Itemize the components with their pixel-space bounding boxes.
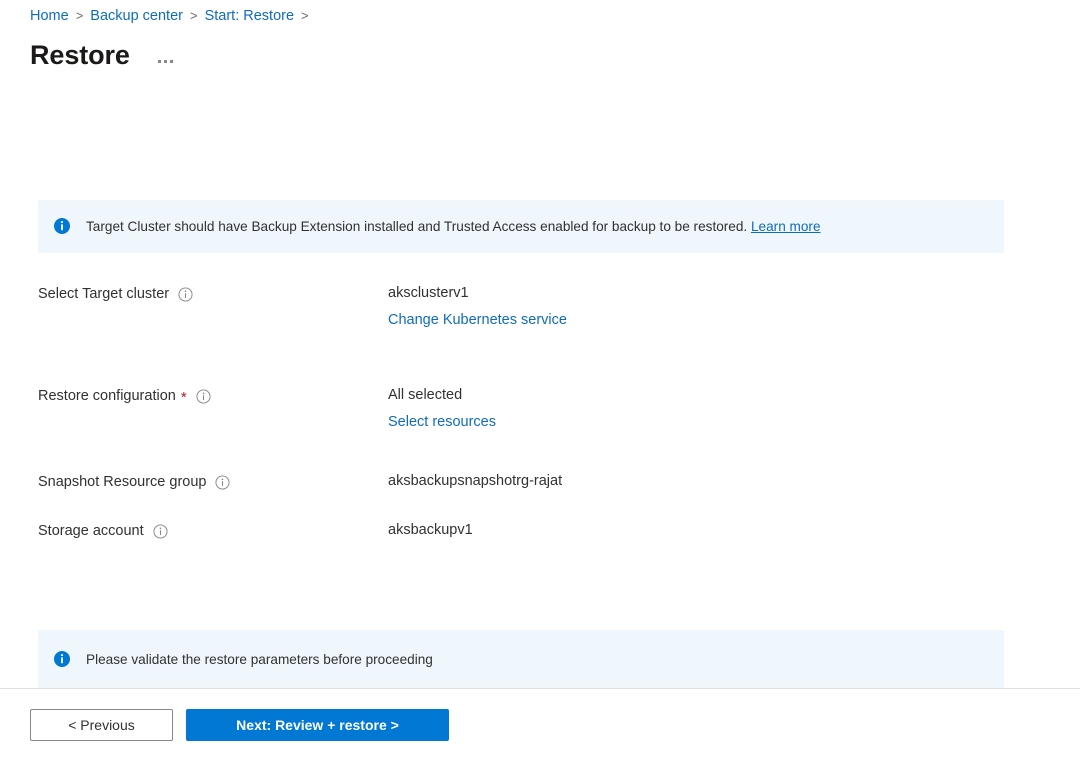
title-row: Restore (30, 38, 173, 72)
field-label: Snapshot Resource group (38, 471, 388, 492)
field-label: Select Target cluster (38, 283, 388, 304)
field-select-target-cluster: Select Target cluster aksclusterv1 Chang… (38, 283, 1004, 331)
more-options-button[interactable] (158, 41, 173, 69)
info-circle-icon[interactable] (215, 475, 230, 490)
breadcrumb: Home > Backup center > Start: Restore > (30, 4, 316, 28)
ellipsis-dot (164, 60, 167, 63)
ellipsis-dot (158, 60, 161, 63)
breadcrumb-separator: > (76, 4, 84, 28)
banner-message: Target Cluster should have Backup Extens… (86, 219, 747, 234)
breadcrumb-separator: > (190, 4, 198, 28)
page-title: Restore (30, 38, 130, 72)
breadcrumb-separator-trailing: > (301, 4, 309, 28)
field-label: Restore configuration * (38, 385, 388, 406)
breadcrumb-item-start-restore[interactable]: Start: Restore (205, 4, 294, 28)
field-value: aksclusterv1 Change Kubernetes service (388, 283, 1004, 331)
spacer (38, 433, 1004, 471)
breadcrumb-item-backup-center[interactable]: Backup center (90, 4, 183, 28)
field-label-text: Storage account (38, 521, 144, 541)
restore-configuration-value: All selected (388, 385, 1004, 406)
target-cluster-value: aksclusterv1 (388, 283, 1004, 304)
target-cluster-info-banner: Target Cluster should have Backup Extens… (38, 200, 1004, 253)
change-kubernetes-service-link[interactable]: Change Kubernetes service (388, 310, 567, 331)
info-circle-icon[interactable] (153, 524, 168, 539)
footer-buttons: < Previous Next: Review + restore > (30, 709, 449, 741)
field-value: aksbackupv1 (388, 520, 1004, 547)
banner-text: Target Cluster should have Backup Extens… (86, 216, 821, 237)
required-indicator: * (181, 390, 187, 405)
field-label-text: Snapshot Resource group (38, 472, 206, 492)
info-icon (54, 218, 70, 234)
field-storage-account: Storage account aksbackupv1 (38, 520, 1004, 547)
previous-button[interactable]: < Previous (30, 709, 173, 741)
restore-page: Home > Backup center > Start: Restore > … (0, 0, 1080, 770)
learn-more-link[interactable]: Learn more (751, 219, 821, 234)
field-label: Storage account (38, 520, 388, 541)
field-restore-configuration: Restore configuration * All selected Sel… (38, 385, 1004, 433)
next-review-restore-button[interactable]: Next: Review + restore > (186, 709, 449, 741)
breadcrumb-item-home[interactable]: Home (30, 4, 69, 28)
ellipsis-dot (170, 60, 173, 63)
info-circle-icon[interactable] (196, 389, 211, 404)
wizard-footer: < Previous Next: Review + restore > (0, 688, 1080, 770)
field-label-text: Restore configuration (38, 386, 176, 406)
restore-form: Select Target cluster aksclusterv1 Chang… (38, 283, 1004, 547)
field-value: aksbackupsnapshotrg-rajat (388, 471, 1004, 498)
storage-account-value: aksbackupv1 (388, 520, 1004, 541)
field-snapshot-resource-group: Snapshot Resource group aksbackupsnapsho… (38, 471, 1004, 498)
spacer (38, 498, 1004, 520)
info-circle-icon[interactable] (178, 287, 193, 302)
content-area: Target Cluster should have Backup Extens… (38, 200, 1004, 547)
spacer (38, 331, 1004, 385)
info-icon (54, 651, 70, 667)
select-resources-link[interactable]: Select resources (388, 412, 496, 433)
bottom-banner-text: Please validate the restore parameters b… (86, 649, 433, 670)
field-value: All selected Select resources (388, 385, 1004, 433)
field-label-text: Select Target cluster (38, 284, 169, 304)
snapshot-resource-group-value: aksbackupsnapshotrg-rajat (388, 471, 1004, 492)
validate-parameters-banner: Please validate the restore parameters b… (38, 630, 1004, 688)
